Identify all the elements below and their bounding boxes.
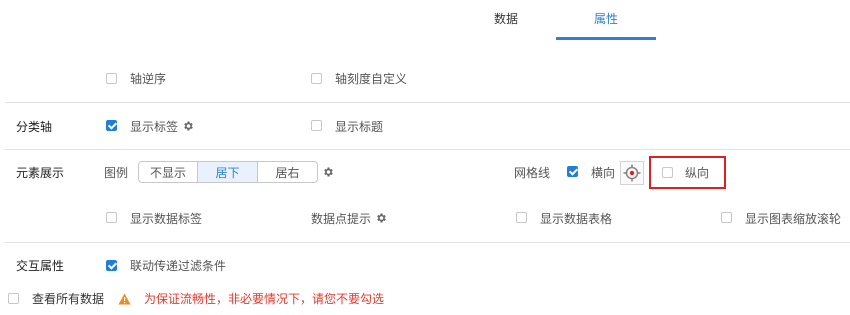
gear-icon[interactable] <box>322 166 334 178</box>
reverse-axis-label: 轴逆序 <box>130 72 167 86</box>
show-data-table-label: 显示数据表格 <box>540 212 613 226</box>
horizontal-gridlines-label: 横向 <box>591 166 616 180</box>
target-icon <box>623 164 641 182</box>
gear-icon[interactable] <box>182 120 194 132</box>
show-labels-checkbox[interactable] <box>106 120 117 131</box>
element-display-section-label: 元素展示 <box>16 166 65 180</box>
show-title-label: 显示标题 <box>335 120 384 134</box>
show-title-checkbox[interactable] <box>311 120 322 131</box>
category-axis-section-label: 分类轴 <box>16 120 53 134</box>
show-labels-label: 显示标签 <box>130 120 179 134</box>
active-tab-indicator <box>556 37 656 40</box>
vertical-gridlines-label: 纵向 <box>685 166 710 180</box>
show-data-labels-label: 显示数据标签 <box>130 212 203 226</box>
legend-option-bottom[interactable]: 居下 <box>198 162 258 182</box>
warning-message: 为保证流畅性，非必要情况下，请您不要勾选 <box>144 292 385 306</box>
tab-properties[interactable]: 属性 <box>594 10 618 27</box>
gridline-style-button[interactable] <box>620 161 644 185</box>
divider <box>5 102 850 103</box>
view-all-data-label: 查看所有数据 <box>32 292 105 306</box>
show-zoom-slider-checkbox[interactable] <box>721 212 732 223</box>
linked-filter-label: 联动传递过滤条件 <box>130 259 227 273</box>
vertical-gridlines-checkbox[interactable] <box>662 167 673 178</box>
linked-filter-checkbox[interactable] <box>106 260 117 271</box>
custom-axis-scale-label: 轴刻度自定义 <box>335 72 408 86</box>
show-data-table-checkbox[interactable] <box>516 212 527 223</box>
legend-position-segmented: 不显示 居下 居右 <box>138 161 318 183</box>
legend-option-right[interactable]: 居右 <box>258 162 317 182</box>
horizontal-gridlines-checkbox[interactable] <box>567 166 578 177</box>
gear-icon[interactable] <box>375 212 387 224</box>
divider <box>5 149 850 150</box>
show-zoom-slider-label: 显示图表缩放滚轮 <box>745 212 842 226</box>
custom-axis-scale-checkbox[interactable] <box>311 73 322 84</box>
interaction-section-label: 交互属性 <box>16 259 65 273</box>
divider <box>5 242 850 243</box>
warning-icon <box>118 293 131 305</box>
gridlines-label: 网格线 <box>514 166 551 180</box>
legend-label: 图例 <box>104 166 129 180</box>
tab-data[interactable]: 数据 <box>494 10 518 27</box>
data-point-tips-label: 数据点提示 <box>311 212 372 226</box>
view-all-data-checkbox[interactable] <box>8 293 19 304</box>
show-data-labels-checkbox[interactable] <box>106 212 117 223</box>
reverse-axis-checkbox[interactable] <box>106 73 117 84</box>
legend-option-hide[interactable]: 不显示 <box>139 162 198 182</box>
